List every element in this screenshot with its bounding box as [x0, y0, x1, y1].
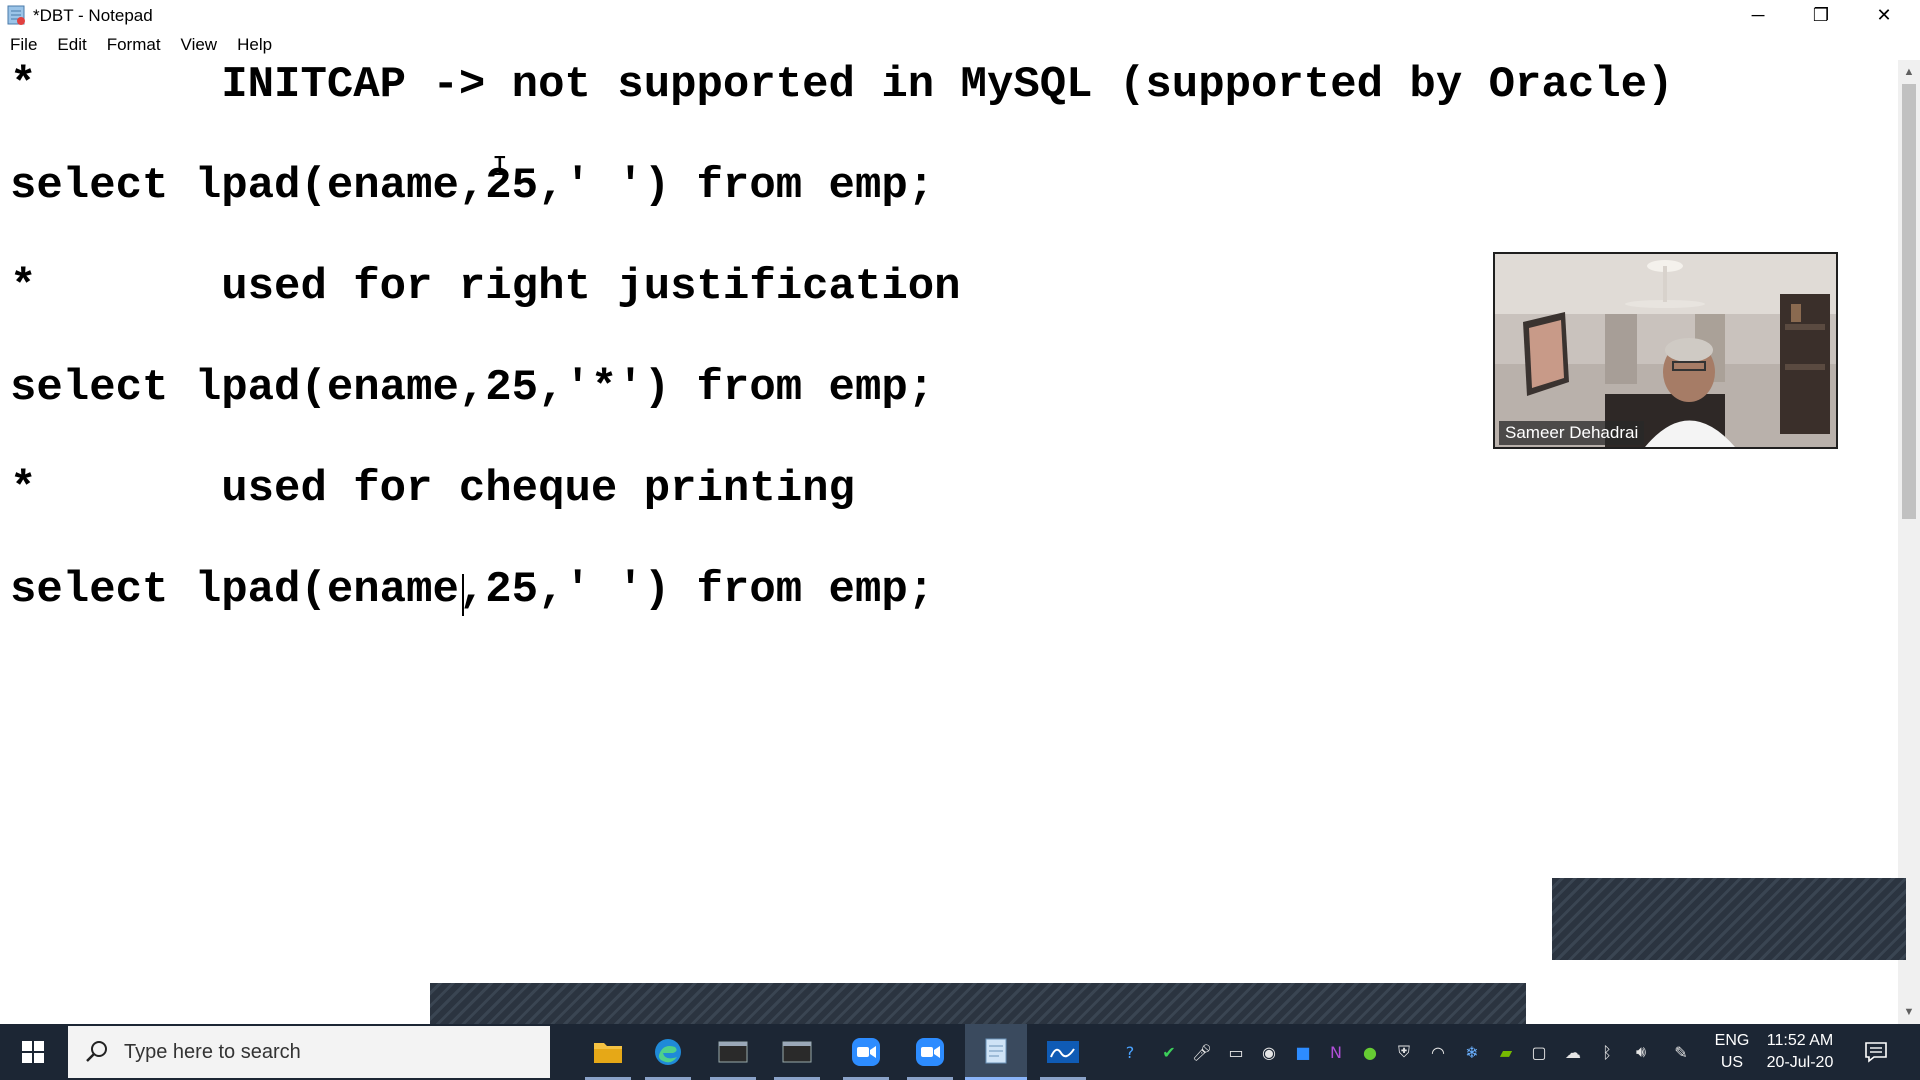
- minimize-button[interactable]: ─: [1727, 0, 1789, 30]
- folder-icon: [594, 1043, 622, 1063]
- onenote-icon[interactable]: N: [1324, 1040, 1348, 1064]
- annotation-bottom-overlay[interactable]: [430, 983, 1526, 1024]
- action-center-button[interactable]: [1862, 1038, 1890, 1066]
- close-icon: ✕: [1876, 4, 1892, 25]
- webcam-feed-image: [1495, 254, 1836, 447]
- restore-button[interactable]: ❐: [1790, 0, 1852, 30]
- help-icon[interactable]: ?: [1118, 1040, 1142, 1064]
- minimize-icon: ─: [1751, 4, 1765, 25]
- language-code: ENG: [1714, 1032, 1750, 1049]
- taskbar-edge[interactable]: [637, 1024, 699, 1080]
- close-button[interactable]: ✕: [1853, 0, 1915, 30]
- microphone-icon[interactable]: 🎤︎: [1190, 1040, 1214, 1064]
- windows-logo-icon: [22, 1041, 44, 1063]
- annotation-toolbar-overlay[interactable]: [1552, 878, 1906, 960]
- editor-line: * used for right justification: [10, 262, 961, 312]
- steam-icon[interactable]: ◉: [1257, 1040, 1281, 1064]
- text-caret: [462, 574, 464, 616]
- window-title: *DBT - Notepad: [33, 6, 153, 25]
- security-shield-icon[interactable]: ⛨: [1392, 1040, 1416, 1064]
- scroll-down-icon[interactable]: ▼: [1898, 1002, 1920, 1022]
- snowflake-icon[interactable]: ❄: [1460, 1040, 1484, 1064]
- usb-drive-icon[interactable]: ▢: [1527, 1040, 1551, 1064]
- battery-icon[interactable]: ▭: [1224, 1040, 1248, 1064]
- upwork-icon[interactable]: ●: [1358, 1040, 1382, 1064]
- edge-browser-icon: [655, 1039, 681, 1065]
- taskbar-file-explorer[interactable]: [577, 1024, 639, 1080]
- zoom-icon: [916, 1038, 944, 1066]
- menu-bar: File Edit Format View Help: [0, 30, 1920, 60]
- terminal-icon: [718, 1041, 748, 1063]
- keyboard-region: US: [1720, 1054, 1744, 1071]
- title-bar: *DBT - Notepad ─ ❐ ✕: [0, 0, 1920, 30]
- editor-line: select lpad(ename,25,'*') from emp;: [10, 363, 935, 413]
- pen-icon[interactable]: ✎: [1669, 1040, 1693, 1064]
- zoom-icon: [852, 1038, 880, 1066]
- clock-time: 11:52 AM: [1766, 1032, 1834, 1049]
- search-icon: [86, 1041, 107, 1062]
- bluetooth-icon[interactable]: ᛒ: [1595, 1040, 1619, 1064]
- taskbar-sql-cli-2[interactable]: [766, 1024, 828, 1080]
- ibeam-cursor-icon: I: [492, 152, 508, 182]
- taskbar-zoom-2[interactable]: [899, 1024, 961, 1080]
- zoom-tray-icon[interactable]: ■: [1291, 1040, 1315, 1064]
- editor-line: * used for cheque printing: [10, 464, 855, 514]
- scrollbar-thumb[interactable]: [1902, 84, 1916, 519]
- menu-edit[interactable]: Edit: [47, 30, 96, 60]
- terminal-icon: [782, 1041, 812, 1063]
- volume-icon[interactable]: 🔊︎: [1629, 1040, 1653, 1064]
- check-shield-icon[interactable]: ✔: [1157, 1040, 1181, 1064]
- taskbar-zoom-1[interactable]: [835, 1024, 897, 1080]
- notepad-icon: [985, 1038, 1007, 1063]
- search-placeholder: Type here to search: [124, 1040, 301, 1063]
- taskbar: Type here to search ? ✔ 🎤︎ ▭ ◉ ■ N ● ⛨ ◠…: [0, 1024, 1920, 1080]
- menu-file[interactable]: File: [0, 30, 47, 60]
- menu-format[interactable]: Format: [97, 30, 171, 60]
- restore-icon: ❐: [1812, 4, 1830, 25]
- editor-line: select lpad(ename,25,' ') from emp;: [10, 161, 935, 211]
- notification-icon: [1865, 1042, 1887, 1063]
- notepad-icon: [7, 5, 25, 25]
- clock-date: 20-Jul-20: [1766, 1054, 1834, 1071]
- editor-line: select lpad(ename,25,' ') from emp;: [10, 565, 935, 615]
- scroll-up-icon[interactable]: ▲: [1898, 62, 1920, 82]
- screen: *DBT - Notepad ─ ❐ ✕ File Edit Format Vi…: [0, 0, 1920, 1080]
- system-clock[interactable]: 11:52 AM 20-Jul-20: [1756, 1030, 1844, 1074]
- participant-name-label: Sameer Dehadrai: [1499, 421, 1645, 445]
- start-button[interactable]: [0, 1024, 66, 1080]
- taskbar-search-box[interactable]: Type here to search: [68, 1026, 550, 1078]
- taskbar-whiteboard[interactable]: [1032, 1024, 1094, 1080]
- nvidia-icon[interactable]: ▰: [1494, 1040, 1518, 1064]
- taskbar-sql-cli-1[interactable]: [702, 1024, 764, 1080]
- input-language-indicator[interactable]: ENG US: [1712, 1030, 1752, 1074]
- taskbar-notepad[interactable]: [965, 1024, 1027, 1080]
- wifi-icon[interactable]: ◠: [1426, 1040, 1450, 1064]
- menu-view[interactable]: View: [171, 30, 228, 60]
- menu-help[interactable]: Help: [227, 30, 282, 60]
- editor-line: * INITCAP -> not supported in MySQL (sup…: [10, 60, 1674, 110]
- whiteboard-icon: [1047, 1041, 1079, 1063]
- cloud-sync-icon[interactable]: ☁: [1561, 1040, 1585, 1064]
- video-overlay[interactable]: Sameer Dehadrai: [1493, 252, 1838, 449]
